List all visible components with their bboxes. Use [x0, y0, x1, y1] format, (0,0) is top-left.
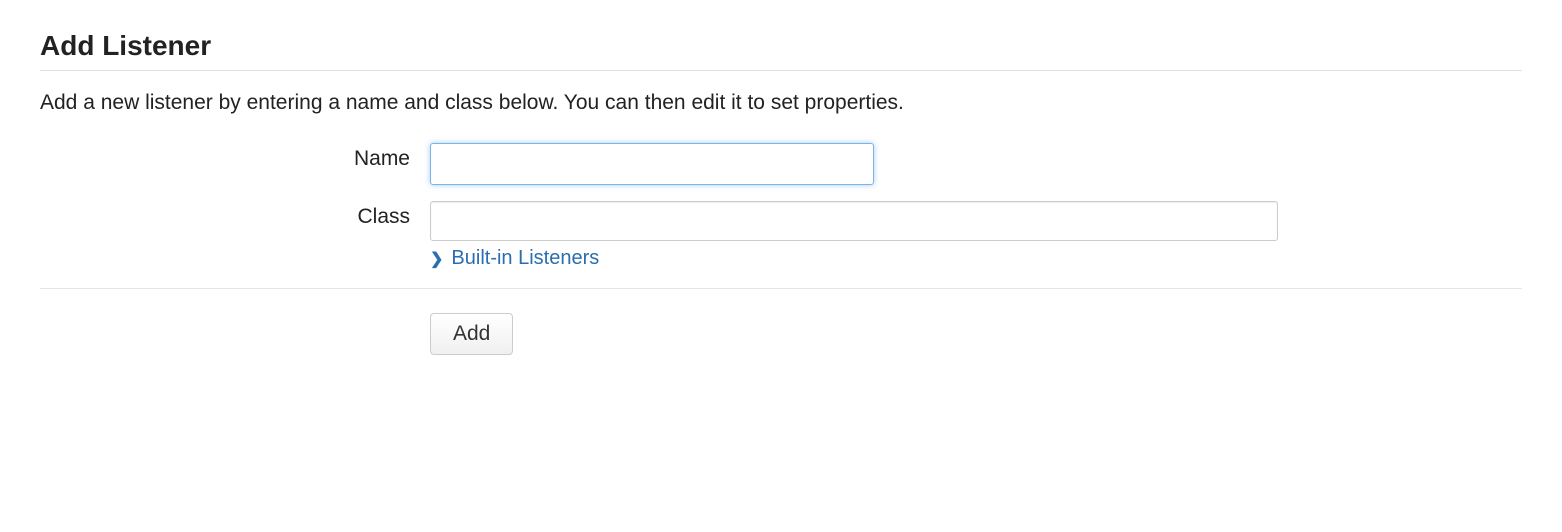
- page-title: Add Listener: [40, 30, 1522, 71]
- divider: [40, 288, 1522, 289]
- name-label: Name: [40, 143, 430, 171]
- chevron-right-icon: ❯: [430, 249, 443, 269]
- form-row-class: Class ❯ Built-in Listeners: [40, 201, 1522, 270]
- form-row-name: Name: [40, 143, 1522, 185]
- button-row: Add: [40, 313, 1522, 355]
- page-description: Add a new listener by entering a name an…: [40, 91, 1522, 115]
- class-control-wrap: ❯ Built-in Listeners: [430, 201, 1522, 270]
- name-control-wrap: [430, 143, 1522, 185]
- class-label: Class: [40, 201, 430, 229]
- builtin-listeners-link[interactable]: ❯ Built-in Listeners: [430, 247, 599, 270]
- class-input[interactable]: [430, 201, 1278, 241]
- name-input[interactable]: [430, 143, 874, 185]
- builtin-listeners-label: Built-in Listeners: [451, 247, 599, 270]
- add-button[interactable]: Add: [430, 313, 513, 355]
